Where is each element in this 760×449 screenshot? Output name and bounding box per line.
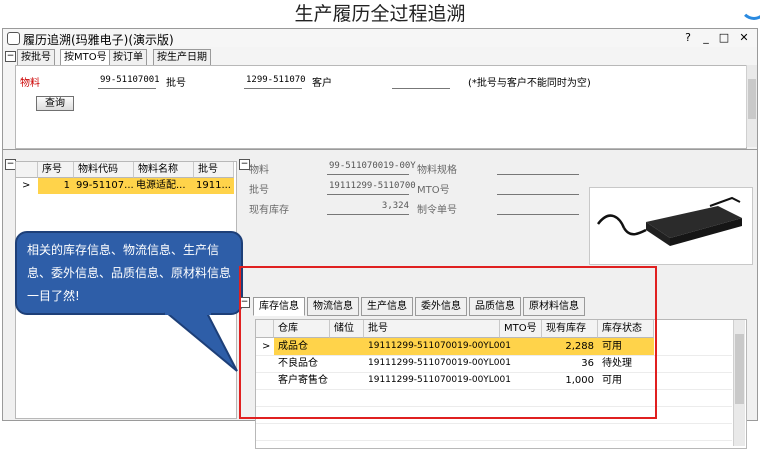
customer-input[interactable]: [394, 75, 452, 87]
batch-label: 批号: [166, 78, 186, 89]
table-row[interactable]: > 1 99-51107... 电源适配... 1911...: [16, 178, 234, 194]
info-order-label: 制令单号: [417, 205, 457, 216]
help-button[interactable]: ?: [681, 31, 695, 45]
info-order-underline: [497, 214, 579, 215]
info-material-label: 物料: [249, 165, 269, 176]
query-pane: − 按批号 按MTO号 按订单 按生产日期 物料 99-51107001 批号 …: [3, 47, 757, 150]
detail-scrollbar[interactable]: [733, 320, 745, 446]
cell-seq: 1: [63, 180, 70, 191]
callout-pointer: [164, 307, 238, 372]
cell-batch: 1911...: [196, 180, 231, 191]
material-input[interactable]: 99-51107001: [100, 75, 160, 85]
app-icon: [7, 32, 20, 45]
tab-by-batch[interactable]: 按批号: [17, 49, 55, 66]
info-spec-label: 物料规格: [417, 165, 457, 176]
material-underline: [98, 88, 156, 89]
query-note: (*批号与客户不能同时为空): [468, 78, 591, 89]
col-header-batch[interactable]: 批号: [194, 162, 234, 178]
query-button[interactable]: 查询: [36, 96, 74, 111]
power-adapter-icon: [597, 196, 742, 246]
slide-title: 生产履历全过程追溯: [294, 3, 466, 25]
cell-material-name: 电源适配...: [136, 180, 186, 191]
customer-underline: [392, 88, 450, 89]
info-batch-underline: [327, 194, 409, 195]
batch-underline: [244, 88, 302, 89]
info-mto-underline: [497, 194, 579, 195]
app-window: 履历追溯(玛雅电子)(演示版) ? _ □ ✕ − 按批号 按MTO号 按订单 …: [2, 28, 758, 449]
batch-input[interactable]: 1299-511070: [246, 75, 306, 85]
tab-by-production-date[interactable]: 按生产日期: [153, 49, 211, 66]
tab-by-order[interactable]: 按订单: [109, 49, 147, 66]
title-bar: 履历追溯(玛雅电子)(演示版) ? _ □ ✕: [3, 29, 757, 48]
query-scrollbar[interactable]: [746, 65, 757, 147]
info-stock-value: 3,324: [381, 201, 409, 211]
info-stock-underline: [327, 214, 409, 215]
info-batch-label: 批号: [249, 185, 269, 196]
info-stock-label: 现有库存: [249, 205, 289, 216]
info-mto-label: MTO号: [417, 185, 450, 196]
query-form: 物料 99-51107001 批号 1299-511070 客户 (*批号与客户…: [15, 65, 747, 149]
collapse-icon[interactable]: −: [5, 51, 16, 62]
detail-scroll-thumb[interactable]: [735, 334, 744, 404]
info-material-value: 99-511070019-00Y: [329, 161, 416, 171]
info-material-underline: [327, 174, 409, 175]
product-photo: [589, 187, 753, 265]
col-header-material-code[interactable]: 物料代码: [74, 162, 134, 178]
window-title: 履历追溯(玛雅电子)(演示版): [23, 33, 174, 47]
tab-by-mto[interactable]: 按MTO号: [60, 49, 111, 66]
material-label: 物料: [20, 78, 40, 89]
highlight-frame: [239, 266, 657, 419]
col-header-material-name[interactable]: 物料名称: [134, 162, 194, 178]
query-scroll-thumb[interactable]: [748, 79, 756, 119]
callout-text: 相关的库存信息、物流信息、生产信息、委外信息、品质信息、原材料信息一目了然!: [27, 243, 232, 303]
cell-material-code: 99-51107...: [76, 180, 134, 191]
minimize-button[interactable]: _: [699, 31, 713, 45]
close-button[interactable]: ✕: [737, 31, 751, 45]
customer-label: 客户: [312, 78, 332, 89]
col-header-seq[interactable]: 序号: [38, 162, 74, 178]
info-batch-value: 19111299-5110700: [329, 181, 416, 191]
row-pointer-icon: >: [22, 180, 31, 191]
table-row[interactable]: [256, 423, 732, 441]
row-header-corner: [16, 162, 38, 178]
maximize-button[interactable]: □: [717, 31, 731, 45]
info-spec-underline: [497, 174, 579, 175]
